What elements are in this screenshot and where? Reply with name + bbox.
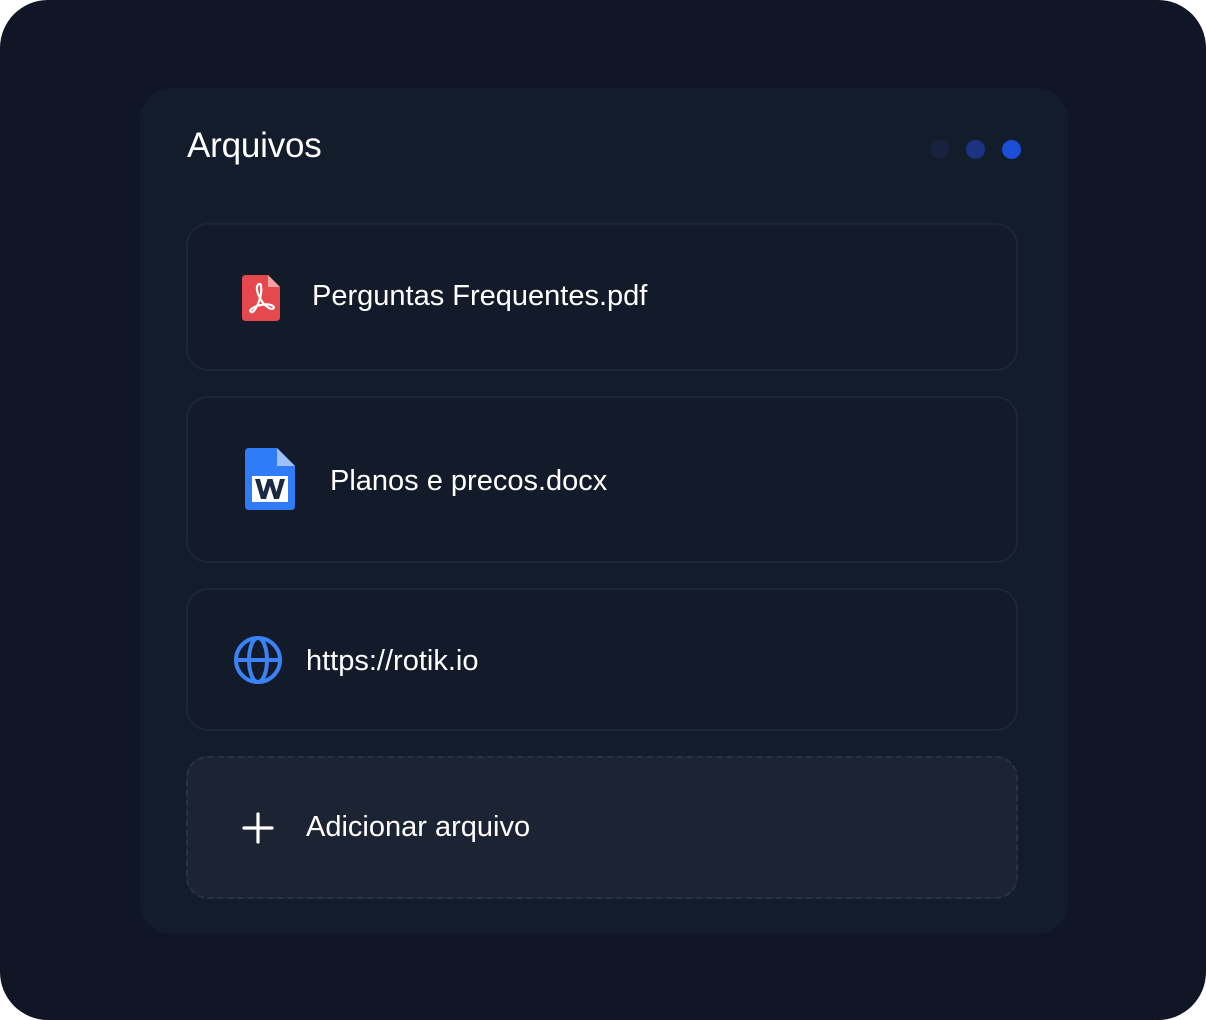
window-dots (930, 140, 1021, 159)
file-name: Perguntas Frequentes.pdf (312, 280, 648, 312)
file-item-pdf[interactable]: Perguntas Frequentes.pdf (186, 223, 1018, 371)
dot-2 (966, 140, 985, 159)
files-panel: Arquivos Perguntas Frequentes.pdf Planos… (140, 88, 1068, 934)
dot-3 (1002, 140, 1021, 159)
file-item-url[interactable]: https://rotik.io (186, 588, 1018, 731)
file-item-docx[interactable]: Planos e precos.docx (186, 396, 1018, 563)
app-frame: Arquivos Perguntas Frequentes.pdf Planos… (0, 0, 1206, 1020)
add-file-button[interactable]: Adicionar arquivo (186, 756, 1018, 899)
plus-icon (242, 812, 274, 844)
panel-title: Arquivos (187, 126, 322, 165)
pdf-file-icon (242, 275, 280, 321)
word-file-icon (245, 448, 295, 510)
globe-icon (234, 636, 282, 684)
file-name: Planos e precos.docx (330, 465, 608, 497)
file-name: https://rotik.io (306, 645, 479, 677)
add-file-label: Adicionar arquivo (306, 811, 531, 843)
dot-1 (930, 140, 949, 159)
